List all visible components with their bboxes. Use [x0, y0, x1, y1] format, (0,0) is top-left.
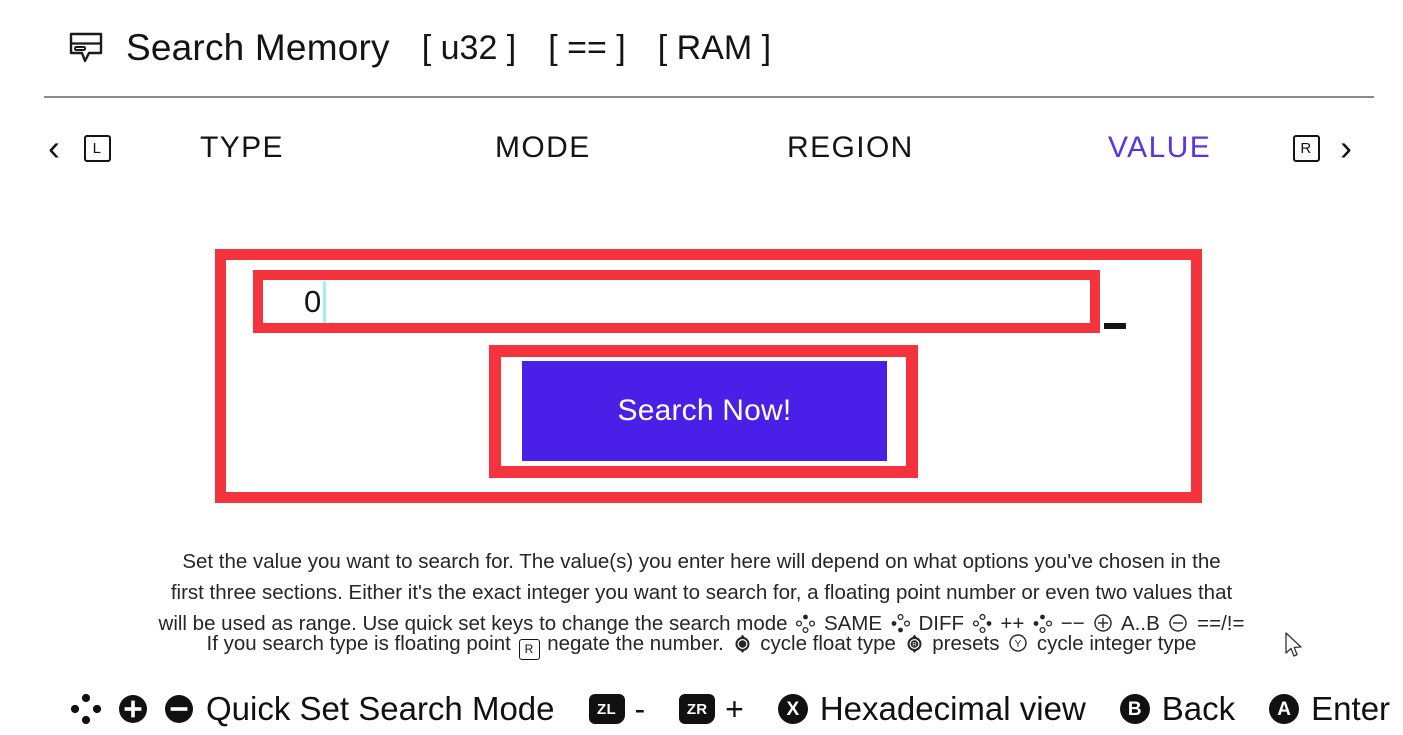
header-tag-type: [ u32 ] — [421, 28, 517, 67]
header-divider — [44, 96, 1374, 98]
hint-back-label: Back — [1161, 690, 1236, 727]
plus-button-icon — [119, 695, 147, 723]
help-line-4: If you search type is floating point R n… — [0, 632, 1403, 660]
section-nav: ‹ L TYPE MODE REGION VALUE R › — [0, 112, 1403, 184]
nav-tab-region[interactable]: REGION — [787, 112, 914, 184]
help-line-4-text-b: negate the number. — [547, 632, 724, 655]
header-tag-mode: [ == ] — [548, 28, 626, 67]
r-key-glyph-inline: R — [518, 638, 540, 660]
hint-enter[interactable]: A Enter — [1269, 690, 1390, 728]
hint-quick-set-label: Quick Set Search Mode — [206, 690, 555, 727]
nav-tab-mode[interactable]: MODE — [495, 112, 591, 184]
l-key-glyph: L — [84, 134, 111, 162]
plus-circle-icon — [1094, 614, 1113, 632]
dpad-right-icon — [972, 613, 992, 634]
dpad-down-icon — [1033, 614, 1053, 634]
hint-back[interactable]: B Back — [1119, 690, 1236, 728]
hint-enter-label: Enter — [1311, 690, 1391, 727]
y-button-icon: Y — [1009, 634, 1027, 652]
text-caret — [323, 280, 327, 323]
help-line-4-text-a: If you search type is floating point — [206, 632, 511, 655]
l-shoulder-button-icon[interactable]: L — [84, 112, 111, 184]
bottom-hint-bar: Quick Set Search Mode ZL - ZR + X Hexade… — [0, 683, 1403, 735]
minus-button-icon — [165, 695, 193, 723]
svg-text:Y: Y — [1015, 639, 1022, 650]
b-button-icon: B — [1119, 694, 1150, 724]
x-button-icon: X — [777, 694, 808, 724]
nav-tab-value[interactable]: VALUE — [1108, 112, 1211, 184]
dpad-icon — [70, 693, 102, 725]
svg-text:R: R — [912, 643, 917, 649]
chevron-left-icon[interactable]: ‹ — [48, 112, 61, 184]
value-input-text: 0 — [304, 284, 322, 319]
help-line-1: Set the value you want to search for. Th… — [182, 550, 1221, 573]
chevron-right-icon[interactable]: › — [1340, 112, 1353, 184]
hint-hexadecimal-view[interactable]: X Hexadecimal view — [777, 690, 1086, 728]
search-now-button[interactable]: Search Now! — [522, 361, 887, 461]
right-stick-icon: R — [907, 634, 922, 653]
help-line-4-text-e: cycle integer type — [1036, 632, 1197, 655]
help-line-4-text-d: presets — [932, 632, 1000, 655]
dpad-left-icon — [891, 613, 910, 633]
value-input[interactable]: 0 — [263, 280, 1090, 323]
zl-button-icon: ZL — [588, 694, 625, 724]
a-button-icon: A — [1269, 694, 1300, 724]
page-title: Search Memory — [126, 27, 390, 68]
hint-zr[interactable]: ZR + — [679, 691, 744, 728]
message-bubble-icon — [69, 32, 103, 63]
zr-button-icon: ZR — [679, 694, 716, 724]
nav-tab-type[interactable]: TYPE — [200, 112, 284, 184]
hint-quick-set[interactable]: Quick Set Search Mode — [70, 690, 555, 728]
hint-zr-sign: + — [725, 690, 744, 727]
dpad-up-icon — [796, 614, 816, 634]
input-trailing-dash — [1104, 323, 1126, 329]
header-tag-region: [ RAM ] — [657, 28, 772, 67]
help-line-4-text-c: cycle float type — [760, 632, 896, 655]
mouse-cursor-icon — [1285, 632, 1302, 657]
hint-zl-sign: - — [634, 690, 646, 727]
left-stick-icon — [735, 634, 750, 653]
minus-circle-icon — [1169, 614, 1188, 632]
help-line-2: first three sections. Either it's the ex… — [170, 581, 1233, 604]
hint-zl[interactable]: ZL - — [588, 690, 646, 728]
hint-hexadecimal-view-label: Hexadecimal view — [819, 690, 1086, 727]
header-bar: Search Memory [ u32 ] [ == ] [ RAM ] — [0, 0, 1403, 96]
r-shoulder-button-icon[interactable]: R — [1293, 112, 1320, 184]
help-text: Set the value you want to search for. Th… — [0, 546, 1403, 639]
r-key-glyph: R — [1293, 134, 1320, 162]
